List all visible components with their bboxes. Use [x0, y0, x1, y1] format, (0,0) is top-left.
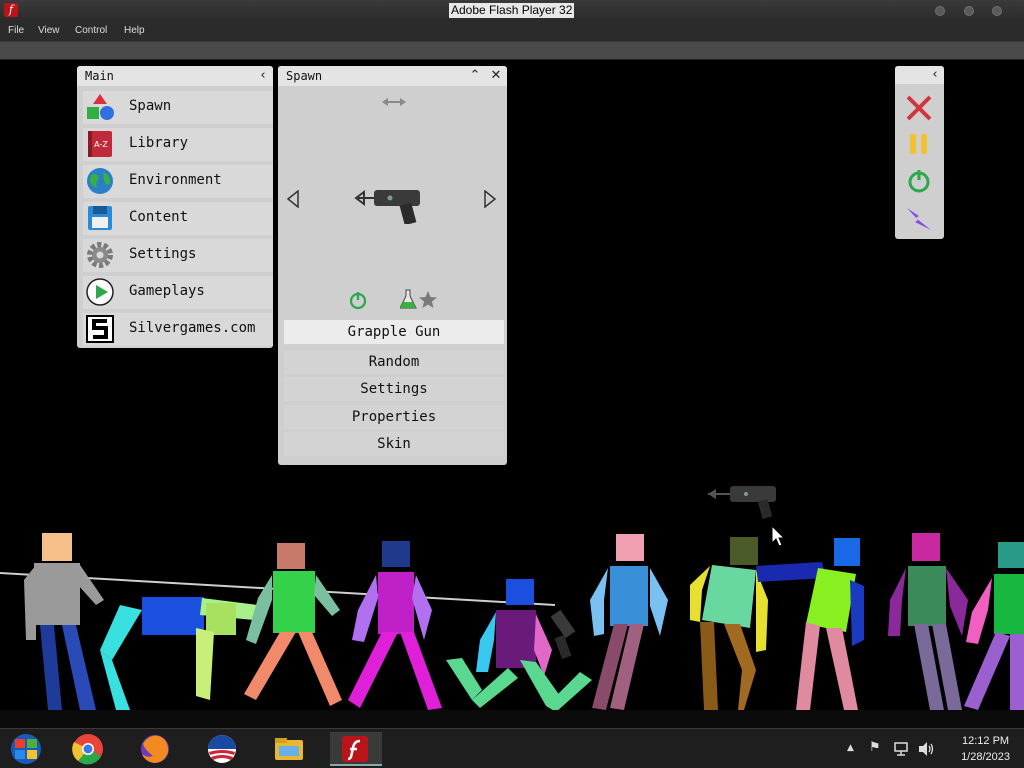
control-panel: ‹ — [895, 66, 944, 239]
play-icon — [86, 278, 114, 306]
window-title: Adobe Flash Player 32 — [449, 3, 575, 18]
ragdoll-edge-green[interactable] — [964, 542, 1024, 710]
main-item-content[interactable]: Content — [83, 202, 273, 235]
clear-all-icon[interactable] — [905, 94, 933, 122]
floppy-disk-icon — [88, 206, 112, 230]
svg-text:A-Z: A-Z — [94, 140, 108, 149]
held-grapple-gun-icon — [550, 609, 576, 660]
random-button[interactable]: Random — [284, 350, 504, 374]
ragdoll-lightblue[interactable] — [590, 534, 668, 710]
main-item-label: Gameplays — [129, 283, 205, 299]
floating-grapple-gun-icon[interactable] — [708, 486, 776, 519]
skin-button[interactable]: Skin — [284, 432, 504, 456]
spawn-settings-button[interactable]: Settings — [284, 377, 504, 401]
toolbar-strip — [0, 42, 1024, 60]
main-panel-title: Main — [85, 69, 114, 83]
main-item-spawn[interactable]: Spawn — [83, 91, 273, 124]
gear-icon — [87, 242, 113, 268]
main-item-label: Content — [129, 209, 189, 225]
clock-date: 1/28/2023 — [961, 751, 1010, 763]
spawn-panel-title: Spawn — [286, 69, 323, 83]
spawn-panel-header: Spawn ⌃ ✕ — [278, 66, 507, 86]
main-panel-header: Main ‹ — [77, 66, 273, 86]
flash-player-taskbar-item[interactable] — [330, 732, 382, 766]
flip-direction-icon[interactable] — [382, 96, 406, 108]
minimize-button[interactable] — [935, 6, 945, 16]
menu-file[interactable]: File — [8, 25, 24, 36]
show-hidden-icons-icon[interactable]: ▲ — [847, 743, 854, 753]
collapse-control-button[interactable]: ‹ — [927, 67, 943, 83]
previous-item-arrow-icon[interactable] — [286, 190, 300, 208]
main-item-label: Spawn — [129, 98, 172, 114]
network-icon[interactable] — [893, 741, 909, 757]
ragdoll-purple-gun-holder[interactable] — [446, 579, 592, 712]
properties-button[interactable]: Properties — [284, 405, 504, 429]
power-icon[interactable] — [906, 168, 932, 194]
menu-view[interactable]: View — [38, 25, 60, 36]
close-window-button[interactable] — [992, 6, 1002, 16]
flash-app-icon: f — [4, 3, 18, 17]
main-item-silvergames[interactable]: Silvergames.com — [83, 313, 273, 346]
pause-icon[interactable] — [907, 132, 931, 156]
title-bar: f Adobe Flash Player 32 — [0, 0, 1024, 22]
ragdoll-gray[interactable] — [24, 533, 104, 710]
action-center-flag-icon[interactable]: ⚑ — [869, 740, 881, 755]
shapes-icon — [87, 94, 114, 120]
main-item-environment[interactable]: Environment — [83, 165, 273, 198]
obama-logo-icon[interactable] — [202, 732, 242, 766]
ragdoll-blue-crawling[interactable] — [100, 597, 258, 710]
volume-icon[interactable] — [917, 741, 935, 757]
close-spawn-panel-icon[interactable]: ✕ — [488, 68, 504, 84]
globe-icon — [87, 168, 113, 194]
lightning-icon[interactable] — [905, 204, 933, 232]
silvergames-logo-icon — [86, 315, 114, 343]
file-explorer-icon[interactable] — [269, 732, 309, 766]
main-item-gameplays[interactable]: Gameplays — [83, 276, 273, 309]
main-item-library[interactable]: A-Z Library — [83, 128, 273, 161]
grapple-gun-preview-icon — [354, 190, 420, 224]
flash-player-window: f Adobe Flash Player 32 File View Contro… — [0, 0, 1024, 768]
system-clock[interactable]: 12:12 PM 1/28/2023 — [961, 733, 1010, 765]
ragdoll-green[interactable] — [244, 543, 342, 706]
control-panel-header: ‹ — [895, 66, 944, 84]
collapse-main-button[interactable]: ‹ — [255, 68, 271, 84]
taskbar: ▲ ⚑ 12:12 PM 1/28/2023 — [0, 728, 1024, 768]
next-item-arrow-icon[interactable] — [483, 190, 497, 208]
ragdoll-lime[interactable] — [756, 538, 864, 710]
menu-bar: File View Control Help — [0, 22, 1024, 42]
chrome-icon[interactable] — [68, 732, 108, 766]
spawn-panel: Spawn ⌃ ✕ Grapple Gun Random Settings Pr… — [278, 66, 507, 465]
main-panel: Main ‹ Spawn A-Z Library Environment Con… — [77, 66, 273, 348]
ragdoll-magenta[interactable] — [348, 541, 442, 710]
chevron-up-icon[interactable]: ⌃ — [467, 68, 483, 84]
main-item-label: Environment — [129, 172, 222, 188]
clock-time: 12:12 PM — [961, 735, 1010, 747]
menu-help[interactable]: Help — [124, 25, 145, 36]
start-button-icon[interactable] — [6, 732, 46, 766]
flash-icon — [342, 736, 368, 762]
main-item-label: Library — [129, 135, 189, 151]
ragdoll-teal[interactable] — [690, 537, 768, 710]
main-item-label: Silvergames.com — [129, 320, 256, 336]
mouse-cursor-icon — [771, 524, 786, 547]
main-item-settings[interactable]: Settings — [83, 239, 273, 272]
menu-control[interactable]: Control — [75, 25, 107, 36]
firefox-icon[interactable] — [135, 732, 175, 766]
book-az-icon: A-Z — [88, 131, 112, 157]
maximize-button[interactable] — [964, 6, 974, 16]
selected-item-grapple-gun[interactable]: Grapple Gun — [284, 320, 504, 344]
flask-star-icon[interactable] — [400, 288, 438, 310]
ground — [0, 710, 1024, 728]
main-item-label: Settings — [129, 246, 197, 262]
ragdoll-darkgreen[interactable] — [888, 533, 968, 710]
power-toggle-icon[interactable] — [348, 290, 368, 310]
